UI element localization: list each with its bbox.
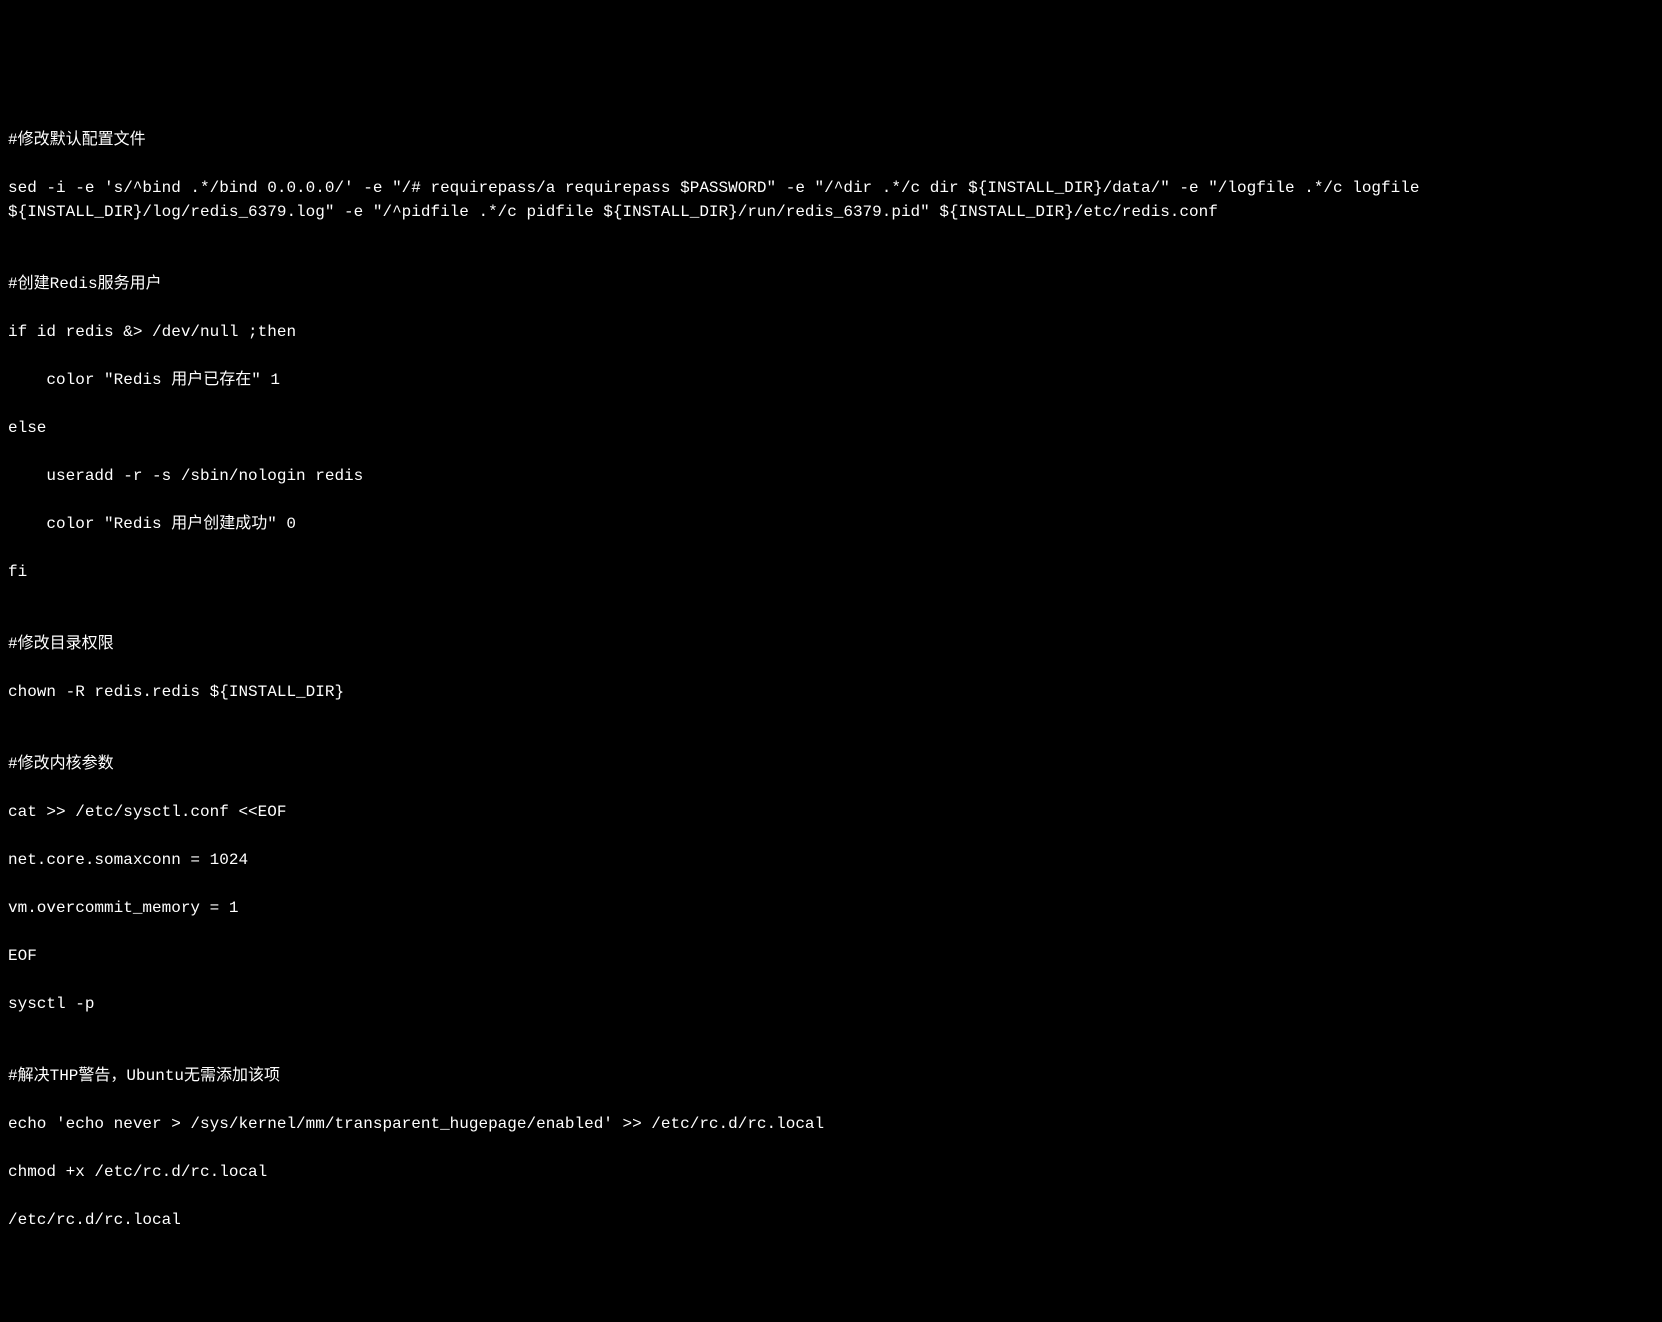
code-line: cat >> /etc/sysctl.conf <<EOF: [8, 800, 1654, 824]
code-line: #修改目录权限: [8, 632, 1654, 656]
code-line: vm.overcommit_memory = 1: [8, 896, 1654, 920]
code-line: chown -R redis.redis ${INSTALL_DIR}: [8, 680, 1654, 704]
code-line: #修改默认配置文件: [8, 128, 1654, 152]
code-line: sysctl -p: [8, 992, 1654, 1016]
code-line: fi: [8, 560, 1654, 584]
code-line: chmod +x /etc/rc.d/rc.local: [8, 1160, 1654, 1184]
code-line: #创建Redis服务用户: [8, 272, 1654, 296]
code-line: #解决THP警告，Ubuntu无需添加该项: [8, 1064, 1654, 1088]
code-line: sed -i -e 's/^bind .*/bind 0.0.0.0/' -e …: [8, 176, 1654, 224]
code-line: net.core.somaxconn = 1024: [8, 848, 1654, 872]
code-line: /etc/rc.d/rc.local: [8, 1208, 1654, 1232]
code-line: else: [8, 416, 1654, 440]
code-line: color "Redis 用户创建成功" 0: [8, 512, 1654, 536]
terminal-output: #修改默认配置文件 sed -i -e 's/^bind .*/bind 0.0…: [8, 104, 1654, 1256]
code-line: useradd -r -s /sbin/nologin redis: [8, 464, 1654, 488]
code-line: #修改内核参数: [8, 752, 1654, 776]
code-line: EOF: [8, 944, 1654, 968]
code-line: if id redis &> /dev/null ;then: [8, 320, 1654, 344]
code-line: color "Redis 用户已存在" 1: [8, 368, 1654, 392]
code-line: echo 'echo never > /sys/kernel/mm/transp…: [8, 1112, 1654, 1136]
